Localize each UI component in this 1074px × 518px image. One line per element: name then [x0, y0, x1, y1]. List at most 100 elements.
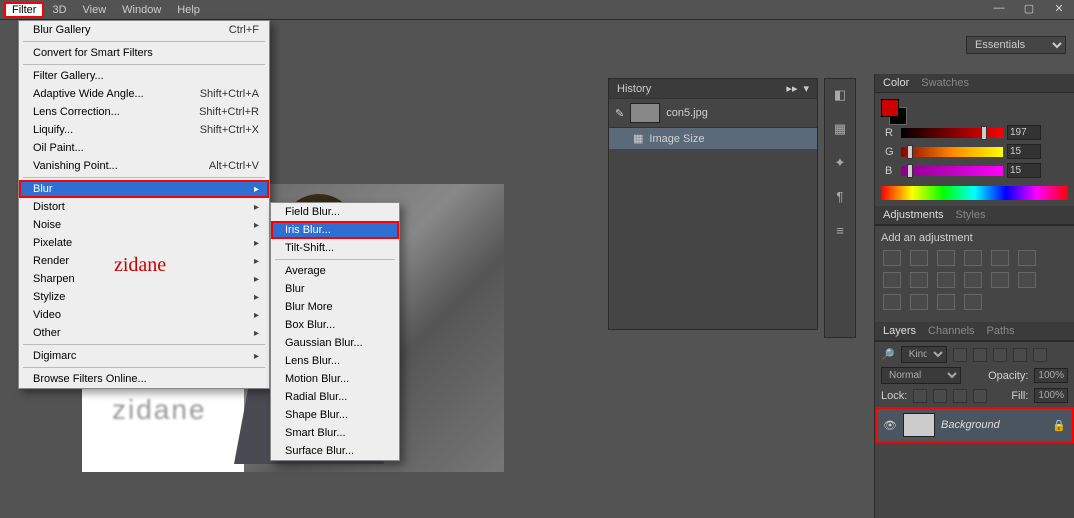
tab-channels[interactable]: Channels — [928, 325, 974, 337]
filter-adjust-icon[interactable] — [973, 348, 987, 362]
menu-item-oil-paint[interactable]: Oil Paint... — [19, 139, 269, 157]
collapsed-panels: ◧ ▦ ✦ ¶ ≡ — [824, 78, 856, 338]
ribbon-icon[interactable]: ◧ — [831, 87, 849, 105]
lock-brush-icon[interactable] — [933, 389, 947, 403]
submenu-surface-blur[interactable]: Surface Blur... — [271, 442, 399, 460]
menu-item-convert-smart-filters[interactable]: Convert for Smart Filters — [19, 44, 269, 62]
submenu-field-blur[interactable]: Field Blur... — [271, 203, 399, 221]
menu-item-video[interactable]: Video — [19, 306, 269, 324]
adjust-icon[interactable] — [883, 250, 901, 266]
ribbon-icon[interactable]: ✦ — [831, 155, 849, 173]
tab-layers[interactable]: Layers — [883, 325, 916, 337]
blend-mode-select[interactable]: Normal — [881, 367, 961, 384]
filter-shape-icon[interactable] — [1013, 348, 1027, 362]
menu-help[interactable]: Help — [169, 2, 208, 18]
r-slider[interactable] — [901, 128, 1003, 138]
tab-adjustments[interactable]: Adjustments — [883, 209, 944, 221]
lock-pixels-icon[interactable] — [913, 389, 927, 403]
history-step-icon: ▦ — [633, 132, 643, 145]
submenu-blur[interactable]: Blur — [271, 280, 399, 298]
menu-item-pixelate[interactable]: Pixelate — [19, 234, 269, 252]
spectrum-strip[interactable] — [881, 186, 1068, 200]
lock-label: Lock: — [881, 390, 907, 402]
submenu-shape-blur[interactable]: Shape Blur... — [271, 406, 399, 424]
menu-filter[interactable]: Filter — [4, 2, 44, 18]
ribbon-icon[interactable]: ≡ — [831, 223, 849, 241]
history-collapse-icon[interactable]: ▸▸ — [786, 82, 797, 95]
opacity-value[interactable]: 100% — [1034, 368, 1068, 383]
menu-item-browse-filters-online[interactable]: Browse Filters Online... — [19, 370, 269, 388]
submenu-radial-blur[interactable]: Radial Blur... — [271, 388, 399, 406]
submenu-iris-blur[interactable]: Iris Blur... — [271, 221, 399, 239]
fg-bg-swatch[interactable] — [881, 99, 907, 125]
lock-position-icon[interactable] — [953, 389, 967, 403]
adjust-icon[interactable] — [991, 250, 1009, 266]
menu-window[interactable]: Window — [114, 2, 169, 18]
menu-item-noise[interactable]: Noise — [19, 216, 269, 234]
history-menu-icon[interactable]: ▾ — [803, 82, 809, 95]
filter-smart-icon[interactable] — [1033, 348, 1047, 362]
adjust-icon[interactable] — [1018, 272, 1036, 288]
adjust-icon[interactable] — [964, 272, 982, 288]
adjust-icon[interactable] — [910, 250, 928, 266]
maximize-button[interactable]: ▢ — [1020, 2, 1038, 15]
menu-item-liquify[interactable]: Liquify...Shift+Ctrl+X — [19, 121, 269, 139]
submenu-motion-blur[interactable]: Motion Blur... — [271, 370, 399, 388]
tab-styles[interactable]: Styles — [956, 209, 986, 221]
submenu-blur-more[interactable]: Blur More — [271, 298, 399, 316]
tab-paths[interactable]: Paths — [987, 325, 1015, 337]
adjust-icon[interactable] — [964, 250, 982, 266]
history-row[interactable]: ▦Image Size — [609, 127, 817, 149]
menu-item-blur[interactable]: Blur — [19, 180, 269, 198]
menu-3d[interactable]: 3D — [44, 2, 74, 18]
submenu-smart-blur[interactable]: Smart Blur... — [271, 424, 399, 442]
menu-item-distort[interactable]: Distort — [19, 198, 269, 216]
layer-row[interactable]: 👁 Background 🔒 — [875, 407, 1074, 443]
submenu-lens-blur[interactable]: Lens Blur... — [271, 352, 399, 370]
history-row[interactable]: ✎con5.jpg — [609, 98, 817, 127]
adjust-icon[interactable] — [910, 294, 928, 310]
layer-kind-select[interactable]: Kind — [901, 346, 947, 363]
visibility-icon[interactable]: 👁 — [883, 419, 897, 432]
menu-item-blur-gallery[interactable]: Blur GalleryCtrl+F — [19, 21, 269, 39]
adjust-icon[interactable] — [937, 294, 955, 310]
minimize-button[interactable]: — — [990, 2, 1008, 15]
menu-item-digimarc[interactable]: Digimarc — [19, 347, 269, 365]
submenu-gaussian-blur[interactable]: Gaussian Blur... — [271, 334, 399, 352]
adjust-icon[interactable] — [883, 294, 901, 310]
r-input[interactable] — [1007, 125, 1041, 140]
b-input[interactable] — [1007, 163, 1041, 178]
b-slider[interactable] — [901, 166, 1003, 176]
adjust-icon[interactable] — [883, 272, 901, 288]
close-button[interactable]: ✕ — [1050, 2, 1068, 15]
lock-all-icon[interactable] — [973, 389, 987, 403]
submenu-average[interactable]: Average — [271, 262, 399, 280]
tab-swatches[interactable]: Swatches — [921, 77, 969, 89]
submenu-box-blur[interactable]: Box Blur... — [271, 316, 399, 334]
submenu-tilt-shift[interactable]: Tilt-Shift... — [271, 239, 399, 257]
filter-pixel-icon[interactable] — [953, 348, 967, 362]
workspace-selector[interactable]: Essentials — [966, 36, 1066, 54]
ribbon-icon[interactable]: ▦ — [831, 121, 849, 139]
menu-item-adaptive-wide-angle[interactable]: Adaptive Wide Angle...Shift+Ctrl+A — [19, 85, 269, 103]
tab-color[interactable]: Color — [883, 77, 909, 89]
filter-type-icon[interactable] — [993, 348, 1007, 362]
menu-item-filter-gallery[interactable]: Filter Gallery... — [19, 67, 269, 85]
lock-icon: 🔒 — [1052, 419, 1066, 432]
g-slider[interactable] — [901, 147, 1003, 157]
adjust-icon[interactable] — [937, 272, 955, 288]
menu-item-other[interactable]: Other — [19, 324, 269, 342]
ribbon-icon[interactable]: ¶ — [831, 189, 849, 207]
menu-item-vanishing-point[interactable]: Vanishing Point...Alt+Ctrl+V — [19, 157, 269, 175]
menubar: Filter 3D View Window Help — [0, 0, 1074, 20]
g-input[interactable] — [1007, 144, 1041, 159]
menu-item-lens-correction[interactable]: Lens Correction...Shift+Ctrl+R — [19, 103, 269, 121]
adjust-icon[interactable] — [937, 250, 955, 266]
adjust-icon[interactable] — [1018, 250, 1036, 266]
adjust-icon[interactable] — [964, 294, 982, 310]
menu-item-stylize[interactable]: Stylize — [19, 288, 269, 306]
menu-view[interactable]: View — [75, 2, 115, 18]
adjust-icon[interactable] — [910, 272, 928, 288]
fill-value[interactable]: 100% — [1034, 388, 1068, 403]
adjust-icon[interactable] — [991, 272, 1009, 288]
